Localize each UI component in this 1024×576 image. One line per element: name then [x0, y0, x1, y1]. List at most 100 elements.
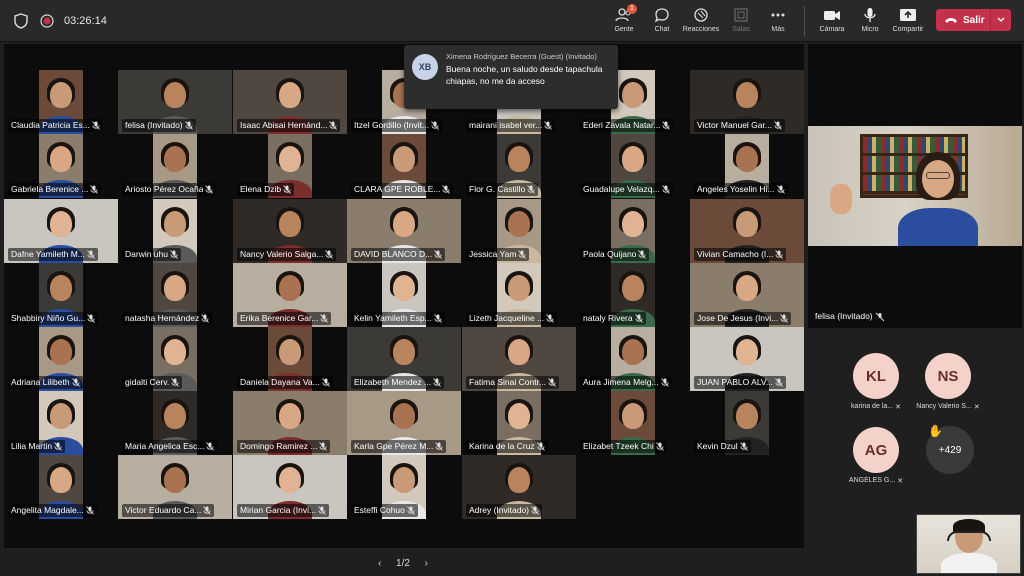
- participant-name: ANGELES G...: [848, 477, 896, 484]
- notification-sender: Ximena Rodríguez Becerra (Guest) (Invita…: [446, 52, 597, 61]
- chevron-right-icon[interactable]: ›: [425, 558, 428, 569]
- participant-tile[interactable]: Kevin Dzul: [690, 391, 804, 455]
- participant-tile[interactable]: Adriana Lilibeth: [4, 327, 118, 391]
- people-circle-ns[interactable]: NS Nancy Valerio S... ✕: [916, 353, 980, 411]
- participant-tile[interactable]: Elizabet Tzeek Chi: [576, 391, 690, 455]
- participant-tile[interactable]: Gabriela Berenice ...: [4, 134, 118, 198]
- participant-name-label: Flor G. Castillo: [466, 183, 539, 196]
- mic-off-icon: [546, 314, 554, 323]
- participant-tile[interactable]: gidalti Cerv.: [118, 327, 232, 391]
- participant-name-label: natasha Hernández: [122, 312, 213, 325]
- mic-off-icon: [206, 442, 215, 451]
- leave-button[interactable]: Salir: [936, 9, 1011, 31]
- participant-tile[interactable]: nataly Rivera: [576, 263, 690, 327]
- participant-tile[interactable]: Jessica Yam: [462, 199, 576, 263]
- participant-name: Dafne Yamileth M...: [11, 249, 85, 259]
- mic-button[interactable]: Micro: [851, 4, 889, 38]
- participant-tile[interactable]: felisa (Invitado): [118, 70, 232, 134]
- mic-off-icon: [434, 250, 443, 259]
- participant-tile[interactable]: Victor Manuel Gar...: [690, 70, 804, 134]
- participant-tile[interactable]: Esteffi Cohuo: [347, 455, 461, 519]
- participant-name: Erika Berenice Gar...: [240, 313, 319, 323]
- participant-tile[interactable]: Domingo Ramirez ...: [233, 391, 347, 455]
- participant-tile[interactable]: Karina de la Cruz: [462, 391, 576, 455]
- participant-tile[interactable]: Vivian Camacho (I...: [690, 199, 804, 263]
- participant-tile[interactable]: Aura Jimena Melg...: [576, 327, 690, 391]
- participant-tile[interactable]: Ariosto Pérez Ocaña: [118, 134, 232, 198]
- notification-message: Buena noche, un saludo desde tapachula c…: [446, 64, 603, 86]
- participant-tile[interactable]: Daniela Dayana Va...: [233, 327, 347, 391]
- participant-tile[interactable]: Lizeth Jacqueline ...: [462, 263, 576, 327]
- chat-button[interactable]: Chat: [643, 4, 681, 38]
- more-button[interactable]: Más: [759, 4, 797, 38]
- participant-name: Kevin Dzul: [697, 441, 738, 451]
- participant-tile[interactable]: JUAN PABLO ALV...: [690, 327, 804, 391]
- mic-off-icon: [201, 314, 210, 323]
- participant-name: CLARA GPE ROBLE...: [354, 184, 441, 194]
- mic-off-icon: [431, 121, 439, 130]
- participant-name-label: Dafne Yamileth M...: [8, 248, 98, 261]
- participant-tile[interactable]: Claudia Patricia Es...: [4, 70, 118, 134]
- reactions-button[interactable]: Reacciones: [682, 4, 720, 38]
- participant-tile[interactable]: natasha Hernández: [118, 263, 232, 327]
- participant-name: Jose De Jesus (Invi...: [697, 313, 779, 323]
- leave-options-button[interactable]: [991, 17, 1011, 23]
- mic-off-icon: [433, 378, 441, 387]
- people-circle-kl[interactable]: KL karina de la... ✕: [844, 353, 908, 411]
- participant-tile[interactable]: Paola Quijano: [576, 199, 690, 263]
- people-button[interactable]: 1 Gente: [605, 4, 643, 38]
- participant-tile[interactable]: Adrey (Invitado): [462, 455, 576, 519]
- meeting-toolbar: 03:26:14 1 Gente Chat Reacciones Salas M…: [0, 0, 1024, 42]
- camera-button[interactable]: Cámara: [813, 4, 851, 38]
- participant-tile[interactable]: Maria Angelica Esc...: [118, 391, 232, 455]
- participant-name: Karina de la Cruz: [469, 441, 535, 451]
- participant-name-label: Daniela Dayana Va...: [237, 376, 333, 389]
- participant-tile[interactable]: Kelin Yamileth Esp...: [347, 263, 461, 327]
- participant-tile[interactable]: Flor G. Castillo: [462, 134, 576, 198]
- participant-tile[interactable]: Karla Gpe Pérez M...: [347, 391, 461, 455]
- share-button[interactable]: Compartir: [889, 4, 927, 38]
- participant-tile[interactable]: Victor Eduardo Ca...: [118, 455, 232, 519]
- participant-name-label: gidalti Cerv.: [122, 376, 183, 389]
- participant-name-label: Karina de la Cruz: [466, 440, 548, 453]
- share-label: Compartir: [892, 26, 924, 33]
- mic-off-icon: [442, 185, 451, 194]
- participant-tile[interactable]: Jose De Jesus (Invi...: [690, 263, 804, 327]
- shield-icon[interactable]: [14, 0, 28, 42]
- participant-tile[interactable]: DAVID BLANCO D...: [347, 199, 461, 263]
- participant-tile[interactable]: Erika Berenice Gar...: [233, 263, 347, 327]
- participant-name-label: Nancy Valerio Salga...: [237, 248, 337, 261]
- participant-name: Kelin Yamileth Esp...: [354, 313, 432, 323]
- participant-name-label: Jessica Yam: [466, 248, 530, 261]
- participant-name-label: Erika Berenice Gar...: [237, 312, 332, 325]
- mic-label: Micro: [861, 26, 879, 33]
- people-circle-ag[interactable]: AG ANGELES G... ✕: [844, 427, 908, 485]
- spotlight-tile[interactable]: felisa (Invitado): [808, 44, 1022, 328]
- participant-tile[interactable]: Angelita Magdale...: [4, 455, 118, 519]
- participant-tile[interactable]: Angeles Yoselin Hi...: [690, 134, 804, 198]
- participant-name: Elizabet Tzeek Chi: [583, 441, 654, 451]
- participant-tile[interactable]: Isaac Abisai Hernánd...: [233, 70, 347, 134]
- participant-name: Ederi Zavala Natar...: [583, 120, 661, 130]
- chevron-left-icon[interactable]: ‹: [378, 558, 381, 569]
- mic-off-icon: [660, 378, 669, 387]
- participant-tile[interactable]: Lilia Martin: [4, 391, 118, 455]
- participant-name: gidalti Cerv.: [125, 377, 170, 387]
- participant-tile[interactable]: CLARA GPE ROBLE...: [347, 134, 461, 198]
- participant-tile[interactable]: Elena Dzib: [233, 134, 347, 198]
- mic-off-icon: [321, 378, 330, 387]
- participant-name: Mirian Garcia (Invi...: [240, 505, 317, 515]
- participant-tile[interactable]: Elizabeth Mendez ...: [347, 327, 461, 391]
- self-preview[interactable]: [916, 514, 1021, 574]
- chat-notification[interactable]: XB Ximena Rodríguez Becerra (Guest) (Inv…: [404, 45, 618, 109]
- participant-tile[interactable]: Shabbiry Niño Gu...: [4, 263, 118, 327]
- participant-tile[interactable]: Fatima Sinai Contr...: [462, 327, 576, 391]
- participant-tile[interactable]: Mirian Garcia (Invi...: [233, 455, 347, 519]
- chevron-down-icon: [997, 17, 1005, 22]
- leave-main[interactable]: Salir: [936, 15, 990, 26]
- participant-tile[interactable]: Dafne Yamileth M...: [4, 199, 118, 263]
- mic-off-icon: [780, 314, 789, 323]
- participant-tile[interactable]: Darwin uhu: [118, 199, 232, 263]
- participant-tile[interactable]: Guadalupe Velazq...: [576, 134, 690, 198]
- participant-tile[interactable]: Nancy Valerio Salga...: [233, 199, 347, 263]
